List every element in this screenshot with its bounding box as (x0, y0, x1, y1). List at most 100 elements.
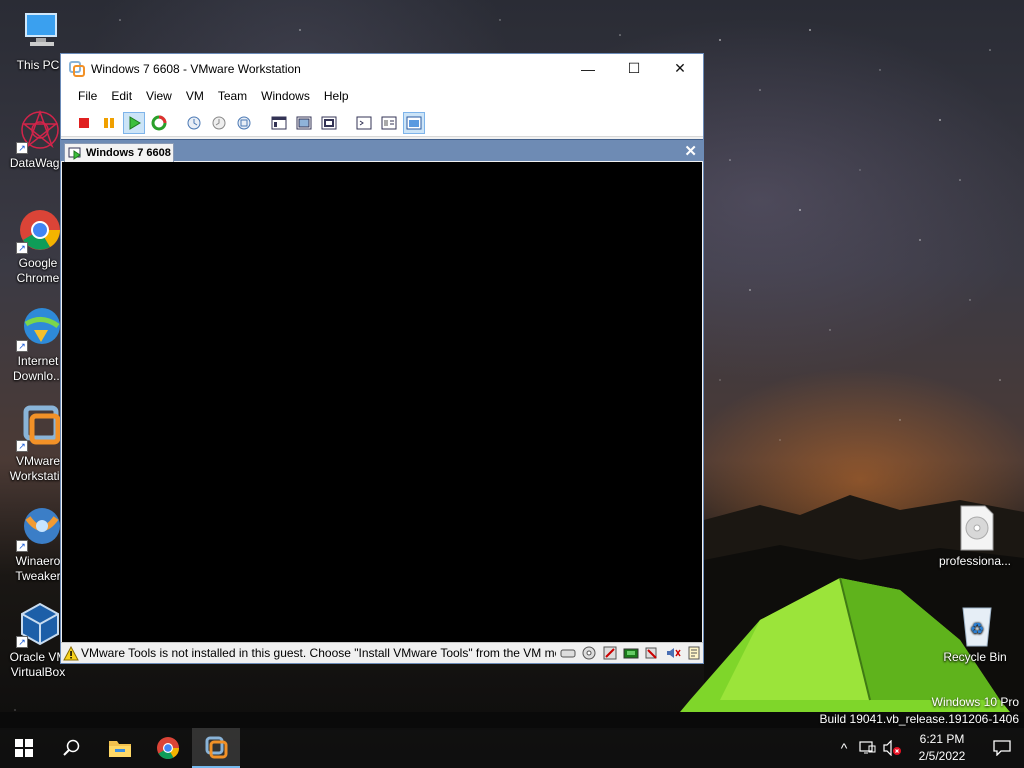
search-icon (63, 739, 80, 756)
toolbar-separator (176, 112, 177, 133)
shortcut-arrow-icon: ↗ (16, 440, 28, 452)
close-button[interactable]: ✕ (657, 54, 703, 83)
recycle-bin-icon: ♻ (951, 600, 999, 648)
volume-button[interactable] (880, 728, 904, 768)
menu-team[interactable]: Team (211, 89, 254, 103)
vmware-window[interactable]: Windows 7 6608 - VMware Workstation — ☐ … (60, 53, 704, 664)
appliance-view-button[interactable] (378, 112, 400, 134)
message-log-icon (688, 646, 699, 660)
watermark-build: Build 19041.vb_release.191206-1406 (819, 712, 1020, 726)
network-device[interactable] (621, 645, 640, 661)
menu-file[interactable]: File (71, 89, 104, 103)
action-center-button[interactable] (980, 728, 1024, 768)
show-hidden-icons-button[interactable]: ^ (832, 728, 856, 768)
taskbar-clock[interactable]: 6:21 PM 2/5/2022 (904, 731, 980, 765)
svg-text:♻: ♻ (970, 619, 984, 638)
maximize-button[interactable]: ☐ (611, 54, 657, 83)
menu-edit[interactable]: Edit (104, 89, 139, 103)
hard-disk-device[interactable] (558, 645, 577, 661)
minimize-button[interactable]: — (565, 54, 611, 83)
start-button[interactable] (0, 728, 48, 768)
taskbar: ^ 6:21 PM 2/5/2022 (0, 728, 1024, 768)
console-view-icon (356, 116, 372, 129)
disc-image-icon (951, 504, 999, 552)
revert-snapshot-button[interactable] (208, 112, 230, 134)
power-off-icon (79, 117, 89, 128)
menu-view[interactable]: View (139, 89, 179, 103)
menu-help[interactable]: Help (317, 89, 356, 103)
network-status-button[interactable] (856, 728, 880, 768)
file-explorer-icon (109, 741, 131, 757)
vmware-icon: ↗ (14, 404, 62, 452)
vm-tab-label: Windows 7 6608 (86, 147, 171, 159)
volume-muted-icon (883, 740, 901, 756)
vm-console-screen[interactable] (62, 162, 702, 642)
desktop-icon-professional-iso[interactable]: professiona... (937, 504, 1013, 569)
hard-disk-icon (560, 649, 575, 658)
notification-icon (993, 740, 1011, 756)
computer-icon (14, 8, 62, 56)
snapshot-revert-icon (212, 116, 226, 129)
close-tab-icon[interactable]: ✕ (684, 142, 697, 160)
floppy-device[interactable] (600, 645, 619, 661)
cd-rom-device[interactable] (579, 645, 598, 661)
taskbar-chrome[interactable] (144, 728, 192, 768)
clock-date: 2/5/2022 (918, 749, 966, 763)
vm-tab-windows-7[interactable]: Windows 7 6608 (64, 143, 174, 162)
unity-view-icon (406, 116, 422, 129)
usb-device[interactable] (642, 645, 661, 661)
minimize-icon: — (581, 60, 595, 77)
sound-device[interactable] (663, 645, 682, 661)
snapshot-take-icon (187, 116, 201, 129)
maximize-icon: ☐ (627, 60, 641, 76)
toolbar-separator (261, 112, 262, 133)
snapshot-manager-icon (237, 116, 251, 129)
reset-icon (151, 115, 167, 130)
window-title: Windows 7 6608 - VMware Workstation (91, 61, 301, 76)
shortcut-arrow-icon: ↗ (16, 340, 28, 352)
power-on-button[interactable] (123, 111, 145, 134)
watermark-edition: Windows 10 Pro (931, 695, 1019, 709)
cd-rom-icon (582, 646, 595, 660)
message-log-device[interactable] (684, 645, 703, 661)
usb-icon (645, 647, 657, 659)
summary-view-button[interactable] (268, 112, 290, 134)
reset-button[interactable] (148, 112, 170, 134)
network-status-icon (859, 741, 876, 754)
chrome-icon: ↗ (14, 206, 62, 254)
menu-windows[interactable]: Windows (254, 89, 317, 103)
datawago-icon: ↗ (14, 106, 62, 154)
start-icon (15, 739, 33, 757)
desktop-icon-recycle-bin[interactable]: ♻ Recycle Bin (937, 600, 1013, 665)
floppy-icon (603, 646, 616, 660)
shortcut-arrow-icon: ↗ (16, 142, 28, 154)
desktop-icon-label: professiona... (938, 554, 1012, 568)
take-snapshot-button[interactable] (183, 112, 205, 134)
power-on-icon (129, 115, 141, 130)
vm-tab-bar: Windows 7 6608 ✕ (61, 139, 703, 162)
system-tray: ^ 6:21 PM 2/5/2022 (832, 728, 1024, 768)
vmware-icon (69, 60, 85, 77)
warning-icon (63, 645, 79, 660)
taskbar-vmware[interactable] (192, 728, 240, 768)
vmware-tools-warning: VMware Tools is not installed in this gu… (81, 646, 556, 660)
chevron-up-icon: ^ (840, 740, 848, 756)
taskbar-file-explorer[interactable] (96, 728, 144, 768)
snapshot-manager-button[interactable] (233, 112, 255, 134)
fullscreen-button[interactable] (293, 112, 315, 134)
suspend-button[interactable] (98, 112, 120, 134)
power-off-button[interactable] (73, 112, 95, 134)
summary-view-icon (271, 116, 287, 129)
console-view-button[interactable] (353, 112, 375, 134)
quick-switch-icon (321, 116, 337, 129)
chrome-icon (157, 737, 179, 759)
menu-bar: File Edit View VM Team Windows Help (61, 83, 703, 109)
search-button[interactable] (48, 728, 96, 768)
title-bar[interactable]: Windows 7 6608 - VMware Workstation — ☐ … (61, 54, 703, 83)
toolbar (61, 109, 703, 137)
suspend-icon (104, 117, 114, 128)
unity-view-button[interactable] (403, 111, 425, 134)
menu-vm[interactable]: VM (179, 89, 211, 103)
quick-switch-button[interactable] (318, 112, 340, 134)
shortcut-arrow-icon: ↗ (16, 242, 28, 254)
